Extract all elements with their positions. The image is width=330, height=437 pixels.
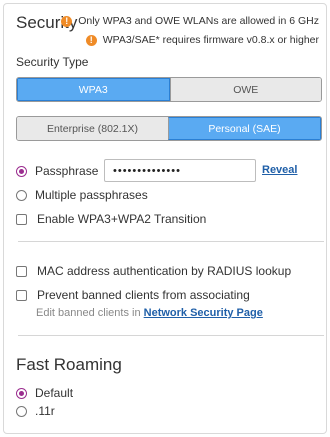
fast-roaming-11r-label: .11r [35,404,55,418]
fast-roaming-default-row[interactable]: Default [16,386,73,400]
security-type-toggle: WPA3 OWE [16,77,322,102]
passphrase-input[interactable]: •••••••••••••• [104,159,256,182]
banned-clients-label: Prevent banned clients from associating [37,288,250,302]
auth-enterprise-button[interactable]: Enterprise (802.1X) [17,117,168,140]
fast-roaming-default-label: Default [35,386,74,400]
mac-auth-checkbox[interactable] [16,265,27,277]
banned-clients-row[interactable]: Prevent banned clients from associating [16,288,250,302]
fast-roaming-11r-radio[interactable] [16,405,27,417]
security-type-owe-button[interactable]: OWE [169,78,321,101]
warning-icon: ! [85,34,97,46]
wpa-transition-label: Enable WPA3+WPA2 Transition [37,212,207,226]
divider [18,241,324,242]
network-security-page-link[interactable]: Network Security Page [144,307,263,319]
security-panel: Security ! Only WPA3 and OWE WLANs are a… [3,3,327,434]
banned-clients-checkbox[interactable] [16,289,27,301]
security-type-wpa3-button[interactable]: WPA3 [17,78,170,101]
passphrase-radio-row[interactable]: Passphrase [16,164,98,178]
multiple-passphrases-radio[interactable] [16,189,27,201]
passphrase-radio[interactable] [16,165,27,177]
fast-roaming-title: Fast Roaming [16,355,122,374]
warning-firmware-text: WPA3/SAE* requires firmware v0.8.x or hi… [102,34,319,46]
fast-roaming-11r-row[interactable]: .11r [16,404,55,418]
mac-auth-row[interactable]: MAC address authentication by RADIUS loo… [16,264,291,278]
banned-edit-prefix: Edit banned clients in [36,307,141,319]
warning-icon: ! [61,15,73,27]
auth-mode-toggle: Enterprise (802.1X) Personal (SAE) [16,116,322,141]
fast-roaming-default-radio[interactable] [16,387,27,399]
reveal-link-text[interactable]: Reveal [262,164,297,176]
wpa-transition-checkbox[interactable] [16,213,27,225]
wpa-transition-row[interactable]: Enable WPA3+WPA2 Transition [16,212,206,226]
warning-6ghz: ! Only WPA3 and OWE WLANs are allowed in… [61,15,319,27]
warning-6ghz-text: Only WPA3 and OWE WLANs are allowed in 6… [78,15,319,27]
multiple-passphrases-row[interactable]: Multiple passphrases [16,188,148,202]
banned-edit-note: Edit banned clients in Network Security … [36,307,263,319]
auth-personal-button[interactable]: Personal (SAE) [168,117,321,140]
passphrase-label: Passphrase [35,164,99,178]
warning-firmware: ! WPA3/SAE* requires firmware v0.8.x or … [85,34,319,46]
divider [18,335,324,336]
mac-auth-label: MAC address authentication by RADIUS loo… [37,264,292,278]
reveal-link[interactable]: Reveal [262,164,297,176]
multiple-passphrases-label: Multiple passphrases [35,188,148,202]
security-type-label: Security Type [16,55,89,69]
